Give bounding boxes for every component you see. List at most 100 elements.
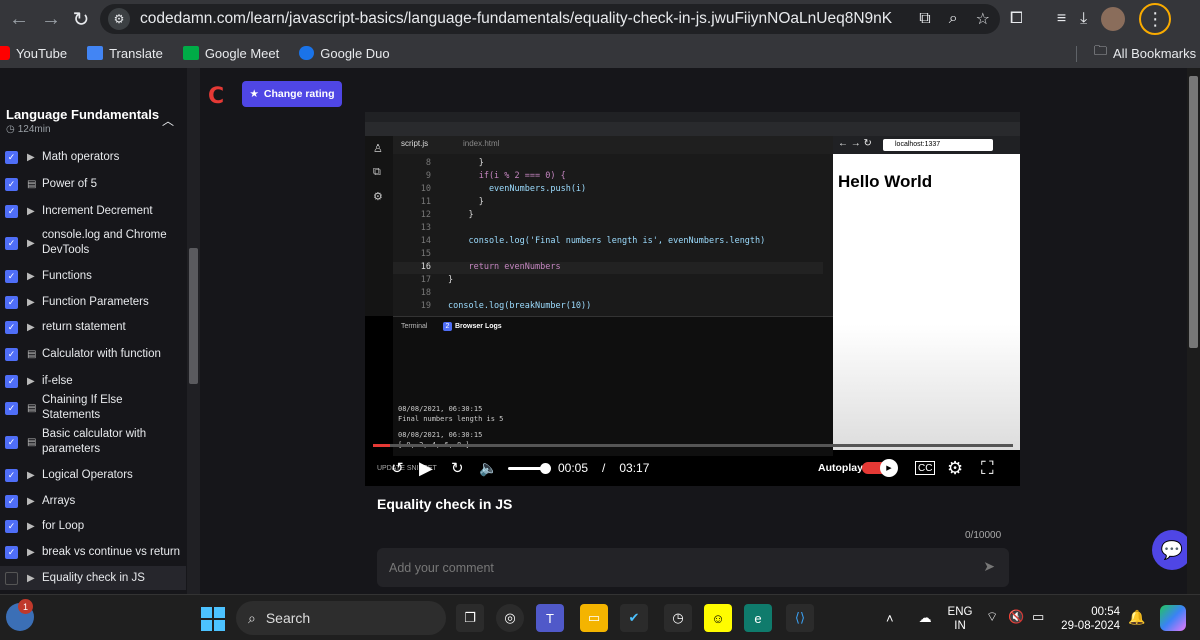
bookmark-google-duo[interactable]: Google Duo	[299, 46, 390, 61]
reading-list-icon[interactable]: ≡	[1057, 10, 1066, 28]
lesson-item[interactable]: ✓ ▶ break vs continue vs return	[0, 543, 186, 561]
site-info-icon[interactable]: ⚙	[108, 8, 130, 30]
taskbar-search[interactable]: ⌕ Search	[236, 601, 446, 635]
checkbox-checked[interactable]: ✓	[5, 468, 18, 482]
mute-icon[interactable]: 🔇	[1008, 609, 1024, 625]
snapchat-icon[interactable]: ☺	[704, 604, 732, 632]
onedrive-icon[interactable]: ☁	[919, 610, 932, 626]
checkbox-checked[interactable]: ✓	[5, 374, 18, 388]
sidebar-scroll-thumb[interactable]	[189, 248, 198, 384]
bookmark-translate[interactable]: Translate	[87, 46, 163, 61]
forward-10-icon[interactable]: ↻	[451, 450, 464, 486]
teams-icon[interactable]: T	[536, 604, 564, 632]
clock-app-icon[interactable]: ◷	[664, 604, 692, 632]
checkbox-checked[interactable]: ✓	[5, 347, 18, 361]
checkbox-unchecked[interactable]	[5, 571, 18, 585]
checkbox-checked[interactable]: ✓	[5, 435, 18, 449]
lesson-item[interactable]: ✓ ▶ Math operators	[0, 148, 186, 166]
video-icon: ▶	[27, 495, 35, 507]
lesson-item-current[interactable]: ▶ Equality check in JS	[0, 566, 186, 590]
fullscreen-icon[interactable]: ⛶	[981, 450, 994, 486]
lesson-item[interactable]: ✓ ▤ Basic calculator with parameters	[0, 427, 186, 457]
edge-icon[interactable]: e	[744, 604, 772, 632]
codedamn-logo[interactable]: C	[208, 84, 224, 109]
autoplay-label: Autoplay	[818, 462, 863, 474]
reload-icon[interactable]: ↻	[66, 4, 96, 34]
bookmark-youtube[interactable]: YouTube	[0, 46, 67, 61]
start-icon[interactable]	[201, 607, 225, 631]
language-indicator[interactable]: ENG IN	[946, 605, 974, 633]
send-icon[interactable]: ➤	[983, 558, 995, 575]
checkbox-checked[interactable]: ✓	[5, 236, 18, 250]
chat-support-button[interactable]: 💬	[1152, 530, 1192, 570]
lesson-item[interactable]: ✓ ▶ console.log and Chrome DevTools	[0, 228, 186, 258]
lesson-item[interactable]: ✓ ▶ if-else	[0, 372, 186, 390]
download-icon[interactable]: ⤓	[1080, 10, 1087, 28]
bookmark-google-meet[interactable]: Google Meet	[182, 46, 279, 61]
clock[interactable]: 00:54 29-08-2024	[1058, 605, 1120, 633]
bookmark-star-icon[interactable]: ☆	[976, 9, 990, 29]
play-icon[interactable]: ▶	[419, 450, 433, 486]
lesson-item[interactable]: ✓ ▤ Calculator with function	[0, 345, 186, 363]
profile-avatar[interactable]	[1101, 7, 1126, 31]
checkbox-checked[interactable]: ✓	[5, 204, 18, 218]
volume-icon[interactable]: 🔈	[479, 450, 498, 486]
volume-knob[interactable]	[540, 463, 551, 474]
checkbox-checked[interactable]: ✓	[5, 494, 18, 508]
file-explorer-icon[interactable]: ▭	[580, 604, 608, 632]
notification-bell-icon[interactable]: 🔔	[1128, 609, 1145, 626]
lesson-item[interactable]: ✓ ▶ return statement	[0, 318, 186, 336]
file-tab-script: script.js	[401, 139, 429, 148]
zoom-icon[interactable]: ⌕	[949, 10, 958, 28]
checkbox-checked[interactable]: ✓	[5, 269, 18, 283]
checkbox-checked[interactable]: ✓	[5, 519, 18, 533]
change-rating-button[interactable]: ★ Change rating	[242, 81, 342, 107]
lesson-item[interactable]: ✓ ▤ Power of 5	[0, 175, 186, 193]
lesson-item[interactable]: ✓ ▶ Functions	[0, 267, 186, 285]
vscode-icon[interactable]: ⟨⟩	[786, 604, 814, 632]
page-scrollbar[interactable]	[1187, 68, 1200, 594]
url-text[interactable]: codedamn.com/learn/javascript-basics/lan…	[140, 10, 892, 28]
forward-icon[interactable]: →	[36, 4, 66, 34]
code-line: 14 console.log('Final numbers length is'…	[393, 236, 823, 248]
autoplay-play-icon[interactable]: ▶	[880, 459, 898, 477]
tray-expand-icon[interactable]: ˄	[886, 611, 894, 626]
back-icon[interactable]: ←	[4, 4, 34, 34]
address-bar[interactable]: ⚙ codedamn.com/learn/javascript-basics/l…	[100, 4, 1000, 34]
volume-slider[interactable]	[508, 467, 544, 470]
main-content: C ★ Change rating ♙ ⧉ ⚙ script.js index.…	[200, 68, 1192, 594]
lesson-item[interactable]: ✓ ▶ Increment Decrement	[0, 202, 186, 220]
lesson-item[interactable]: ✓ ▶ for Loop	[0, 517, 186, 535]
rewind-icon[interactable]: ↺	[391, 450, 404, 486]
checkbox-checked[interactable]: ✓	[5, 320, 18, 334]
menu-icon[interactable]: ⋮	[1139, 3, 1172, 35]
wifi-icon[interactable]: ⌔	[986, 609, 998, 625]
lesson-label: Equality check in JS	[42, 571, 145, 584]
lesson-item[interactable]: ✓ ▶ Logical Operators	[0, 466, 186, 484]
system-tray: ˄ ☁	[880, 595, 932, 640]
extensions-icon[interactable]: ⧠	[1010, 10, 1023, 28]
all-bookmarks[interactable]: 🗀 All Bookmarks	[1094, 38, 1196, 68]
battery-icon[interactable]: ▭	[1032, 609, 1044, 625]
chrome-icon[interactable]: ◎	[496, 604, 524, 632]
install-app-icon[interactable]: ⧉	[919, 10, 930, 28]
chevron-up-icon[interactable]: ︿	[162, 112, 174, 129]
checkbox-checked[interactable]: ✓	[5, 150, 18, 164]
checkbox-checked[interactable]: ✓	[5, 545, 18, 559]
sidebar-scrollbar[interactable]	[187, 68, 200, 594]
copilot-icon[interactable]	[1160, 605, 1186, 631]
checkbox-checked[interactable]: ✓	[5, 295, 18, 309]
lesson-item[interactable]: ✓ ▶ Arrays	[0, 492, 186, 510]
captions-icon[interactable]: CC	[915, 461, 936, 475]
lesson-item[interactable]: ✓ ▶ Function Parameters	[0, 293, 186, 311]
task-view-icon[interactable]: ❐	[456, 604, 484, 632]
comment-input[interactable]: Add your comment ➤	[377, 548, 1009, 587]
video-progress-bar[interactable]	[373, 444, 1013, 447]
video-player[interactable]: ♙ ⧉ ⚙ script.js index.html 8 } 9 if(i % …	[365, 112, 1020, 486]
checkbox-checked[interactable]: ✓	[5, 177, 18, 191]
todo-icon[interactable]: ✔	[620, 604, 648, 632]
lesson-item[interactable]: ✓ ▤ Chaining If Else Statements	[0, 394, 186, 421]
page-scroll-thumb[interactable]	[1189, 76, 1198, 348]
settings-gear-icon[interactable]: ⚙	[947, 450, 963, 486]
checkbox-checked[interactable]: ✓	[5, 401, 18, 415]
